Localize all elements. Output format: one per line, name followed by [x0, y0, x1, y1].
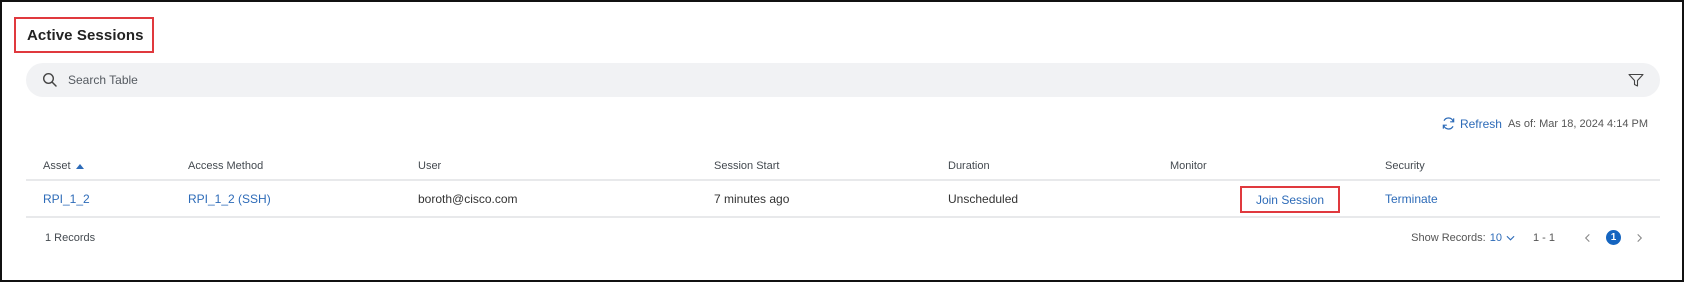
column-header-monitor[interactable]: Monitor: [1170, 152, 1207, 179]
column-header-label: Monitor: [1170, 159, 1207, 172]
records-count: 1 Records: [45, 232, 96, 244]
table-header: Asset Access Method User Session Start D…: [26, 152, 1660, 181]
records-range: 1 - 1: [1532, 231, 1555, 244]
refresh-row: Refresh As of: Mar 18, 2024 4:14 PM: [1441, 116, 1648, 131]
duration: Unscheduled: [948, 191, 1019, 206]
column-header-session-start[interactable]: Session Start: [714, 152, 779, 179]
sort-ascending-icon: [75, 163, 84, 169]
refresh-icon: [1442, 117, 1455, 130]
page-title: Active Sessions: [27, 26, 144, 44]
show-records-select[interactable]: 10: [1490, 232, 1515, 244]
join-session-button[interactable]: Join Session: [1240, 186, 1340, 213]
column-header-duration[interactable]: Duration: [948, 152, 990, 179]
chevron-left-icon[interactable]: [1583, 233, 1592, 243]
user-email: boroth@cisco.com: [418, 191, 518, 206]
table-row: RPI_1_2 RPI_1_2 (SSH) boroth@cisco.com 7…: [26, 181, 1660, 218]
pagination: Show Records: 10 1 - 1 1: [1411, 230, 1644, 245]
column-header-label: Access Method: [188, 159, 264, 172]
session-start: 7 minutes ago: [714, 191, 790, 206]
column-header-label: Duration: [948, 159, 990, 172]
column-header-user[interactable]: User: [418, 152, 441, 179]
search-bar: [26, 63, 1660, 97]
page-button-current[interactable]: 1: [1606, 230, 1621, 245]
search-input[interactable]: [68, 63, 1568, 97]
column-header-access-method[interactable]: Access Method: [188, 152, 263, 179]
terminate-link[interactable]: Terminate: [1385, 181, 1438, 216]
column-header-security[interactable]: Security: [1385, 152, 1425, 179]
as-of-timestamp: As of: Mar 18, 2024 4:14 PM: [1507, 117, 1648, 130]
refresh-label: Refresh: [1459, 116, 1502, 131]
chevron-right-icon[interactable]: [1635, 233, 1644, 243]
chevron-down-icon: [1506, 235, 1515, 241]
access-method-link[interactable]: RPI_1_2 (SSH): [188, 181, 271, 216]
table-footer: 1 Records Show Records: 10 1 - 1 1: [26, 228, 1660, 250]
page-title-box: Active Sessions: [14, 17, 154, 53]
search-icon: [42, 72, 57, 87]
join-session-label: Join Session: [1255, 192, 1325, 207]
show-records-label: Show Records:: [1411, 231, 1486, 244]
column-header-asset[interactable]: Asset: [43, 152, 84, 179]
refresh-button[interactable]: Refresh: [1441, 116, 1502, 131]
column-header-label: Session Start: [714, 159, 780, 172]
column-header-label: Security: [1385, 159, 1425, 172]
show-records-value: 10: [1489, 231, 1502, 244]
asset-link[interactable]: RPI_1_2: [43, 181, 90, 216]
filter-icon[interactable]: [1628, 73, 1644, 88]
column-header-label: Asset: [43, 159, 71, 172]
column-header-label: User: [418, 159, 442, 172]
active-sessions-panel: Active Sessions Refresh As of: Mar 18, 2…: [0, 0, 1684, 282]
